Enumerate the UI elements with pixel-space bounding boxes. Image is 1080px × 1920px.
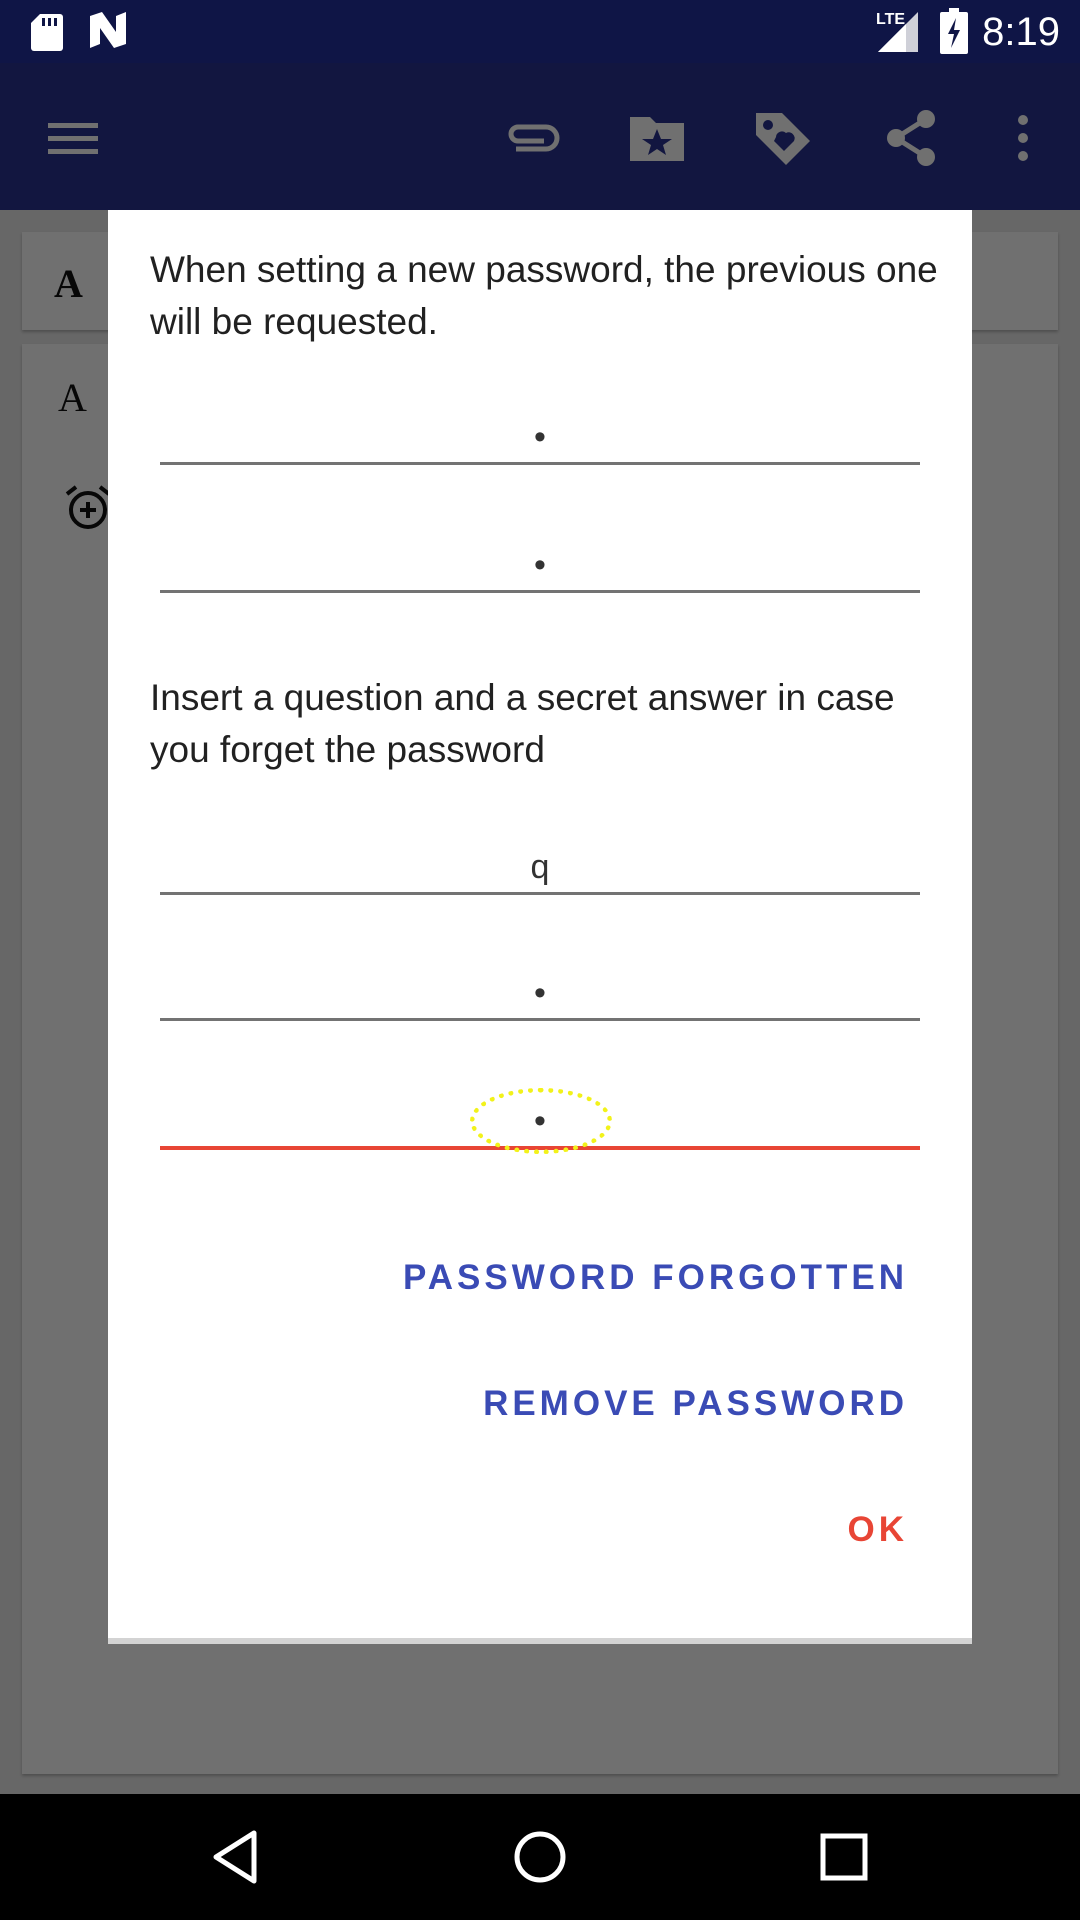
ok-button[interactable]: OK	[848, 1510, 909, 1550]
recents-icon[interactable]	[814, 1827, 874, 1887]
home-icon[interactable]	[510, 1827, 570, 1887]
focus-indicator	[470, 1088, 612, 1154]
n-notification-icon	[90, 12, 126, 48]
sd-card-icon	[31, 14, 63, 51]
back-icon[interactable]	[206, 1827, 266, 1887]
new-password-message: When setting a new password, the previou…	[150, 249, 938, 342]
status-bar: LTE 8:19	[0, 0, 1080, 63]
answer-field-value: •	[534, 974, 546, 1012]
secret-question-message: Insert a question and a secret answer in…	[150, 677, 895, 770]
password-dialog: When setting a new password, the previou…	[108, 210, 972, 1644]
battery-charging-icon	[940, 8, 968, 54]
navigation-bar	[0, 1794, 1080, 1920]
password-field[interactable]: •	[160, 412, 920, 465]
confirm-password-field[interactable]: •	[160, 540, 920, 593]
question-field-value: q	[530, 848, 550, 886]
answer-field[interactable]: •	[160, 968, 920, 1021]
confirm-password-field-value: •	[534, 546, 546, 584]
question-field[interactable]: q	[160, 842, 920, 895]
clock: 8:19	[982, 10, 1060, 54]
password-forgotten-button[interactable]: PASSWORD FORGOTTEN	[403, 1258, 908, 1298]
signal-icon	[878, 12, 918, 52]
remove-password-button[interactable]: REMOVE PASSWORD	[483, 1384, 908, 1424]
password-field-value: •	[534, 418, 546, 456]
